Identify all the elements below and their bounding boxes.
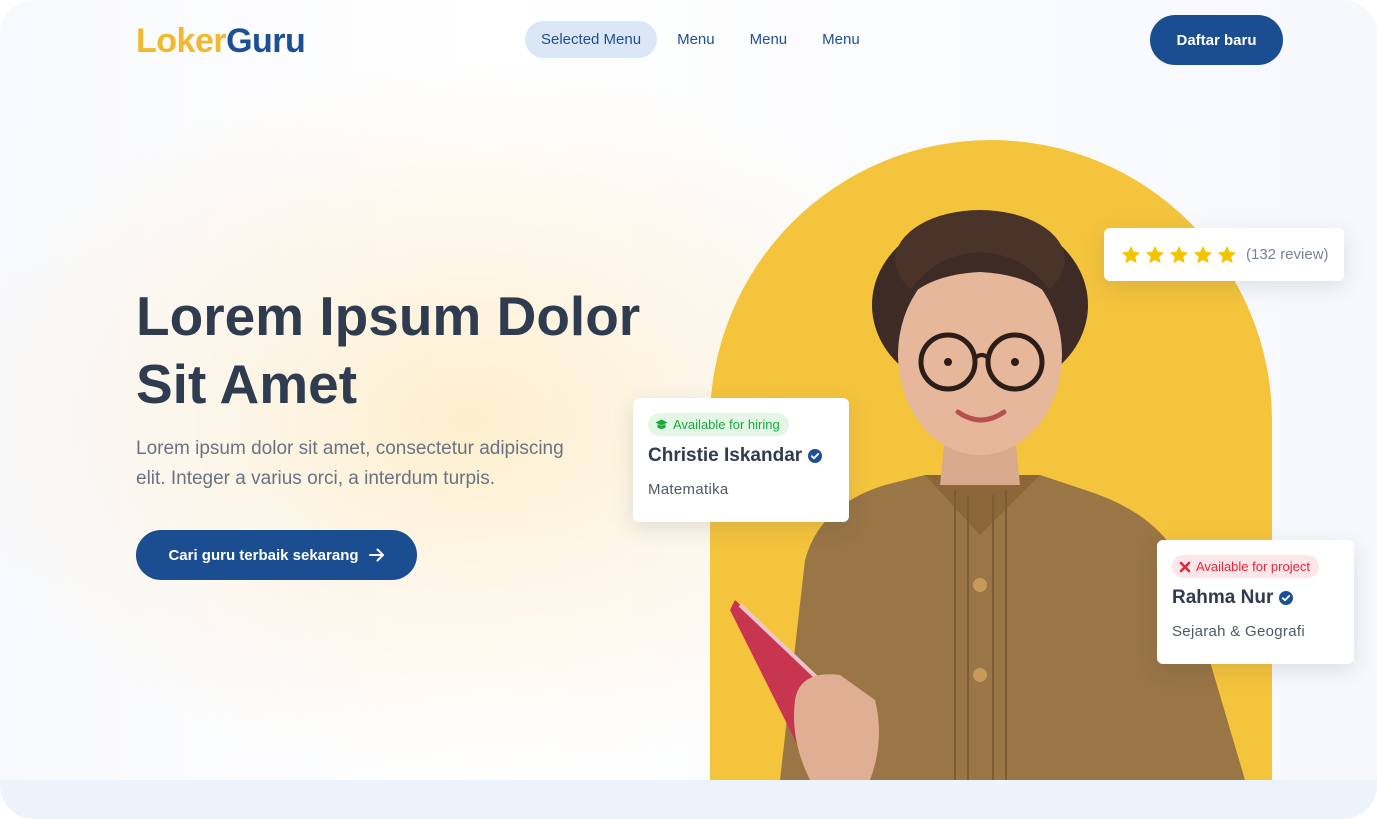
register-button[interactable]: Daftar baru	[1150, 15, 1283, 65]
logo-part-guru: Guru	[226, 22, 306, 60]
hat-icon	[655, 419, 668, 429]
status-badge: Available for project	[1172, 555, 1319, 578]
teacher-name-text: Christie Iskandar	[648, 445, 803, 466]
hero-subtitle: Lorem ipsum dolor sit amet, consectetur …	[136, 434, 616, 494]
star-icon	[1193, 245, 1213, 263]
main-nav: Selected Menu Menu Menu Menu	[525, 21, 895, 58]
page-frame: LokerGuru Selected Menu Menu Menu Menu D…	[0, 0, 1377, 819]
arrow-right-icon	[368, 548, 384, 562]
nav-item-selected[interactable]: Selected Menu	[525, 21, 658, 58]
hero-title-line-2: Sit Amet	[136, 353, 358, 415]
teacher-card-rahma[interactable]: Available for project Rahma Nur Sejarah …	[1157, 540, 1354, 664]
teacher-name-text: Rahma Nur	[1172, 587, 1274, 608]
star-icon	[1145, 245, 1165, 263]
nav-item-menu-3[interactable]: Menu	[822, 21, 860, 58]
star-icon	[1121, 245, 1141, 263]
bottom-band	[0, 780, 1377, 819]
teacher-card-christie[interactable]: Available for hiring Christie Iskandar M…	[633, 398, 849, 522]
hero-subtitle-line-1: Lorem ipsum dolor sit amet, consectetur …	[136, 438, 564, 459]
star-rating	[1120, 244, 1238, 266]
hero-title-line-1: Lorem Ipsum Dolor	[136, 285, 641, 347]
status-badge: Available for hiring	[648, 413, 789, 436]
hero-title: Lorem Ipsum Dolor Sit Amet	[136, 282, 696, 418]
review-count: (132 review)	[1246, 246, 1329, 263]
nav-item-menu-1[interactable]: Menu	[677, 21, 715, 58]
logo-part-loker: Loker	[136, 22, 227, 60]
star-icon	[1169, 245, 1189, 263]
find-teacher-button[interactable]: Cari guru terbaik sekarang	[136, 530, 417, 580]
rating-card: (132 review)	[1104, 228, 1344, 281]
nav-item-menu-2[interactable]: Menu	[750, 21, 788, 58]
cross-icon	[1179, 561, 1191, 572]
status-label: Available for hiring	[673, 417, 780, 432]
teacher-name: Christie Iskandar	[648, 445, 834, 467]
verified-icon	[1279, 591, 1294, 605]
teacher-subject: Matematika	[648, 481, 729, 498]
logo[interactable]: LokerGuru	[136, 22, 306, 61]
teacher-subject: Sejarah & Geografi	[1172, 623, 1305, 640]
find-teacher-button-label: Cari guru terbaik sekarang	[168, 546, 359, 564]
teacher-name: Rahma Nur	[1172, 587, 1339, 609]
hero-subtitle-line-2: elit. Integer a varius orci, a interdum …	[136, 468, 496, 489]
status-label: Available for project	[1196, 559, 1310, 574]
verified-icon	[808, 449, 823, 463]
star-icon	[1217, 245, 1237, 263]
